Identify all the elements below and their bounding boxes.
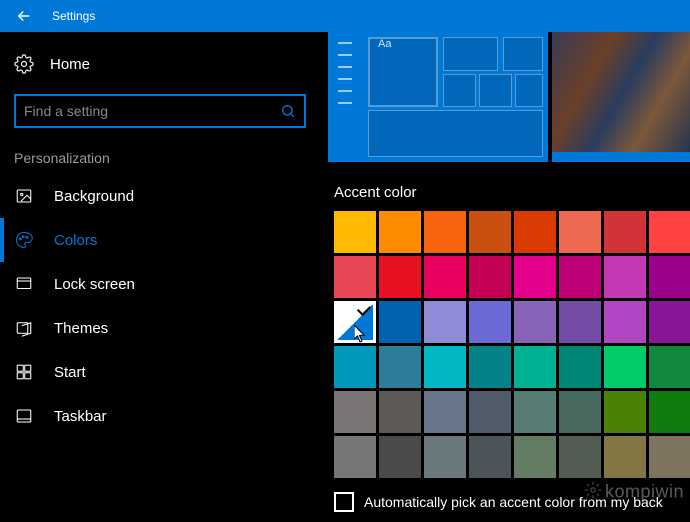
sidebar-item-label: Colors (54, 232, 97, 249)
sidebar-item-background[interactable]: Background (0, 174, 320, 218)
accent-swatch[interactable] (559, 301, 601, 343)
preview-sample-text: Aa (378, 38, 391, 50)
arrow-left-icon (15, 7, 33, 25)
search-box[interactable] (14, 94, 306, 128)
accent-swatch[interactable] (469, 346, 511, 388)
accent-swatch[interactable] (424, 346, 466, 388)
accent-swatch[interactable] (469, 391, 511, 433)
accent-swatch[interactable] (649, 346, 690, 388)
palette-icon (14, 230, 34, 250)
cursor-icon (354, 325, 368, 348)
section-header: Personalization (0, 146, 320, 174)
sidebar-item-themes[interactable]: Themes (0, 306, 320, 350)
accent-swatch[interactable] (604, 391, 646, 433)
accent-swatch[interactable] (469, 436, 511, 478)
sidebar-item-colors[interactable]: Colors (0, 218, 320, 262)
accent-swatch[interactable] (649, 211, 690, 253)
accent-color-grid (320, 209, 690, 478)
taskbar-icon (14, 406, 34, 426)
accent-swatch[interactable] (559, 436, 601, 478)
window-title: Settings (52, 9, 95, 23)
accent-swatch[interactable] (334, 256, 376, 298)
accent-swatch[interactable] (424, 211, 466, 253)
sidebar: Home Personalization Background Colors (0, 32, 320, 522)
back-button[interactable] (0, 0, 48, 32)
preview-start-window: Aa (328, 32, 548, 162)
accent-color-header: Accent color (320, 170, 690, 209)
accent-swatch[interactable] (559, 256, 601, 298)
sidebar-item-label: Taskbar (54, 408, 107, 425)
accent-swatch[interactable] (469, 301, 511, 343)
lock-screen-icon (14, 274, 34, 294)
accent-swatch[interactable] (514, 256, 556, 298)
preview-desktop (552, 32, 690, 162)
auto-pick-checkbox[interactable] (334, 492, 354, 512)
sidebar-item-label: Background (54, 188, 134, 205)
titlebar: Settings (0, 0, 690, 32)
gear-icon (584, 481, 602, 504)
accent-swatch[interactable] (604, 301, 646, 343)
accent-swatch[interactable] (604, 436, 646, 478)
watermark: kompiwin (584, 481, 684, 504)
color-preview: Aa (320, 32, 690, 170)
accent-swatch[interactable] (559, 211, 601, 253)
accent-swatch[interactable] (334, 436, 376, 478)
accent-swatch[interactable] (424, 436, 466, 478)
accent-swatch[interactable] (514, 301, 556, 343)
accent-swatch[interactable] (469, 211, 511, 253)
sidebar-item-label: Themes (54, 320, 108, 337)
gear-icon (14, 54, 34, 74)
accent-swatch[interactable] (514, 346, 556, 388)
themes-icon (14, 318, 34, 338)
accent-swatch[interactable] (649, 436, 690, 478)
accent-swatch[interactable] (379, 211, 421, 253)
search-input[interactable] (24, 103, 280, 119)
sidebar-item-label: Start (54, 364, 86, 381)
accent-swatch[interactable] (334, 346, 376, 388)
accent-swatch[interactable] (379, 256, 421, 298)
accent-swatch[interactable] (559, 391, 601, 433)
sidebar-item-label: Lock screen (54, 276, 135, 293)
accent-swatch[interactable] (649, 256, 690, 298)
accent-swatch[interactable] (514, 436, 556, 478)
accent-swatch[interactable] (379, 436, 421, 478)
accent-swatch[interactable] (514, 391, 556, 433)
accent-swatch[interactable] (514, 211, 556, 253)
accent-swatch[interactable] (379, 301, 421, 343)
accent-swatch[interactable] (424, 256, 466, 298)
accent-swatch[interactable] (424, 391, 466, 433)
accent-swatch[interactable] (334, 301, 376, 343)
search-icon (280, 103, 296, 119)
accent-swatch[interactable] (424, 301, 466, 343)
sidebar-item-lockscreen[interactable]: Lock screen (0, 262, 320, 306)
accent-swatch[interactable] (379, 346, 421, 388)
accent-swatch[interactable] (604, 211, 646, 253)
accent-swatch[interactable] (559, 346, 601, 388)
sidebar-item-taskbar[interactable]: Taskbar (0, 394, 320, 438)
accent-swatch[interactable] (649, 391, 690, 433)
accent-swatch[interactable] (604, 346, 646, 388)
main-content: Aa Accent color Automatically pick an ac… (320, 32, 690, 522)
home-nav[interactable]: Home (0, 44, 320, 84)
accent-swatch[interactable] (379, 391, 421, 433)
picture-icon (14, 186, 34, 206)
accent-swatch[interactable] (469, 256, 511, 298)
start-icon (14, 362, 34, 382)
accent-swatch[interactable] (334, 211, 376, 253)
accent-swatch[interactable] (334, 391, 376, 433)
accent-swatch[interactable] (649, 301, 690, 343)
accent-swatch[interactable] (604, 256, 646, 298)
sidebar-item-start[interactable]: Start (0, 350, 320, 394)
home-label: Home (50, 56, 90, 73)
